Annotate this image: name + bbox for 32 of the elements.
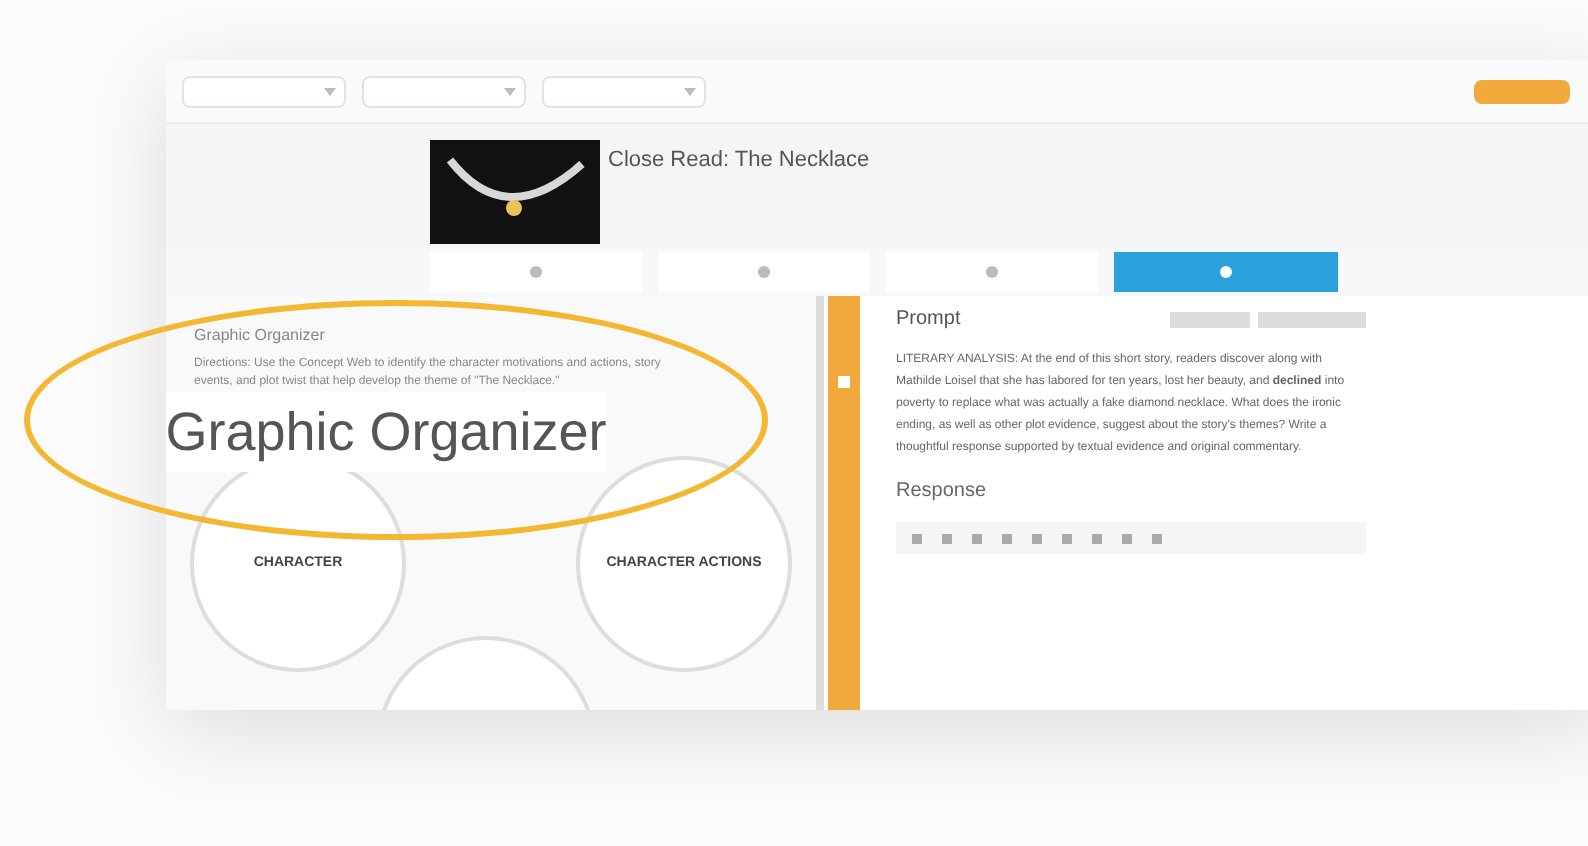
filter-dropdown[interactable] bbox=[542, 75, 706, 107]
format-icon[interactable] bbox=[912, 533, 922, 543]
format-icon[interactable] bbox=[1092, 533, 1102, 543]
side-tab-icon bbox=[838, 376, 850, 388]
filter-dropdown[interactable] bbox=[362, 75, 526, 107]
format-icon[interactable] bbox=[1152, 533, 1162, 543]
tab[interactable] bbox=[1114, 252, 1338, 292]
response-heading: Response bbox=[896, 478, 989, 506]
caret-icon bbox=[504, 87, 516, 95]
organizer-title: Graphic Organizer bbox=[194, 324, 327, 348]
prompt-button[interactable] bbox=[1170, 311, 1250, 327]
format-icon[interactable] bbox=[942, 533, 952, 543]
tab[interactable] bbox=[658, 252, 870, 292]
side-tab[interactable] bbox=[828, 296, 860, 710]
caret-icon bbox=[684, 87, 696, 95]
tab-icon bbox=[1220, 266, 1232, 278]
tab-icon bbox=[758, 266, 770, 278]
caret-icon bbox=[324, 87, 336, 95]
lesson-title: Close Read: The Necklace bbox=[608, 146, 870, 176]
format-icon[interactable] bbox=[1002, 533, 1012, 543]
prompt-heading: Prompt bbox=[896, 306, 963, 334]
format-icon[interactable] bbox=[1062, 533, 1072, 543]
tab[interactable] bbox=[886, 252, 1098, 292]
tab-icon bbox=[986, 266, 998, 278]
format-icon[interactable] bbox=[1032, 533, 1042, 543]
prompt-button[interactable] bbox=[1258, 311, 1366, 327]
format-icon[interactable] bbox=[1122, 533, 1132, 543]
filter-dropdown[interactable] bbox=[182, 75, 346, 107]
action-button[interactable] bbox=[1474, 79, 1570, 103]
format-icon[interactable] bbox=[972, 533, 982, 543]
tab-icon bbox=[530, 266, 542, 278]
tab[interactable] bbox=[430, 252, 642, 292]
